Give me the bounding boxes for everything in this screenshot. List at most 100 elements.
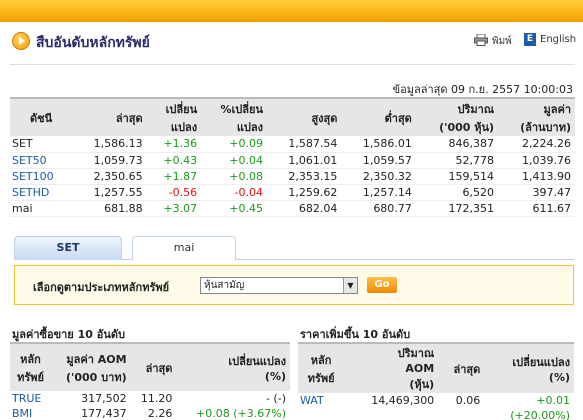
last-price: 11.20 — [140, 392, 173, 405]
index-change: +1.36 — [146, 136, 202, 153]
index-change: +0.43 — [146, 152, 202, 169]
index-row: SETHD 1,257.55 -0.56 -0.04 1,259.62 1,257.14 6… — [10, 184, 575, 201]
column-header: เปลี่ยน แปลง — [146, 97, 202, 136]
index-row: SET100 2,350.65 +1.87 +0.08 2,353.15 2,350.32… — [10, 168, 575, 185]
table-row: (+20.00%) — [298, 408, 574, 420]
index-low: 1,586.01 — [341, 136, 416, 153]
aom-value: 177,437 — [81, 407, 127, 420]
index-pct-change: +0.08 — [201, 168, 267, 185]
index-volume: 6,520 — [415, 184, 499, 201]
index-name[interactable]: SET50 — [10, 152, 73, 169]
print-link[interactable]: พิมพ์ — [492, 34, 512, 49]
index-change: -0.56 — [146, 184, 202, 201]
index-volume: 52,778 — [415, 152, 499, 169]
index-table: ดัชนี ล่าสุด เปลี่ยน แปลง %เปลี่ยน แปลง สูงสุด… — [10, 97, 575, 217]
column-header: หลัก ทรัพย์ — [298, 342, 345, 393]
tab-set[interactable]: SET — [14, 236, 122, 260]
column-header: มูลค่า (ล้านบาท) — [498, 97, 575, 136]
index-name: SET — [10, 136, 73, 153]
arrow-bullet-icon — [12, 32, 30, 50]
index-pct-change: +0.09 — [201, 136, 267, 153]
last-price: 2.26 — [147, 407, 173, 420]
column-header: ดัชนี — [10, 97, 73, 136]
top-value-table: หลัก ทรัพย์ มูลค่า AOM ('000 บาท) ล่าสุด เปลี… — [10, 342, 290, 420]
index-row: mai 681.88 +3.07 +0.45 682.04 680.77 172,351 61… — [10, 200, 575, 217]
index-low: 1,059.57 — [341, 152, 416, 169]
stock-symbol-link — [298, 408, 344, 420]
index-pct-change: +0.45 — [201, 200, 267, 217]
index-high: 682.04 — [267, 200, 342, 217]
column-header: เปลี่ยนแปลง (%) — [176, 342, 290, 391]
column-header: ล่าสุด — [72, 97, 147, 136]
index-volume: 846,387 — [415, 136, 499, 153]
selected-value: หุ้นสามัญ — [204, 280, 245, 291]
aom-value: 317,502 — [81, 392, 127, 405]
column-header: สูงสุด — [267, 97, 342, 136]
top-gainers-title: ราคาเพิ่มขึ้น 10 อันดับ — [300, 328, 411, 341]
index-pct-change: -0.04 — [201, 184, 267, 201]
index-last: 1,257.55 — [72, 184, 147, 201]
aom-volume: 14,469,300 — [371, 394, 435, 407]
table-row: WAT 14,469,300 0.06 +0.01 — [298, 393, 574, 408]
index-low: 1,257.14 — [341, 184, 416, 201]
column-header: มูลค่า AOM ('000 บาท) — [51, 342, 131, 391]
column-header: หลัก ทรัพย์ — [10, 342, 52, 391]
index-change: +3.07 — [146, 200, 202, 217]
column-header: ล่าสุด — [438, 342, 485, 393]
top-banner — [0, 0, 583, 22]
aom-volume — [344, 408, 438, 420]
column-header: เปลี่ยนแปลง (%) — [484, 342, 574, 393]
index-volume: 159,514 — [415, 168, 499, 185]
index-volume: 172,351 — [415, 200, 499, 217]
table-row: TRUE 317,502 11.20 - (-) — [10, 391, 290, 406]
index-change: +1.87 — [146, 168, 202, 185]
last-update-text: ข้อมูลล่าสุด 09 ก.ย. 2557 10:00:03 — [392, 83, 573, 96]
index-row: SET 1,586.13 +1.36 +0.09 1,587.54 1,586.01 846… — [10, 136, 575, 153]
index-value: 2,224.26 — [498, 136, 575, 153]
filter-label: เลือกดูตามประเภทหลักทรัพย์ — [33, 281, 170, 294]
index-name[interactable]: SETHD — [10, 184, 73, 201]
price-change: - (-) — [265, 392, 286, 405]
tab-mai[interactable]: mai — [132, 236, 236, 260]
index-value: 397.47 — [498, 184, 575, 201]
column-header: %เปลี่ยน แปลง — [201, 97, 267, 136]
column-header: ล่าสุด — [130, 342, 177, 391]
price-change: +0.08 (+3.67%) — [196, 407, 286, 420]
index-name[interactable]: SET100 — [10, 168, 73, 185]
index-low: 680.77 — [341, 200, 416, 217]
index-pct-change: +0.04 — [201, 152, 267, 169]
security-type-select[interactable]: หุ้นสามัญ ▼ — [200, 277, 358, 294]
index-last: 1,586.13 — [72, 136, 147, 153]
index-last: 2,350.65 — [72, 168, 147, 185]
index-last: 681.88 — [72, 200, 147, 217]
table-row: BMI 177,437 2.26 +0.08 (+3.67%) — [10, 406, 290, 420]
stock-symbol-link[interactable]: BMI — [10, 406, 51, 420]
column-header: ปริมาณ AOM (หุ้น) — [344, 342, 439, 393]
english-flag-icon[interactable]: E — [524, 33, 536, 46]
divider — [10, 64, 575, 65]
index-high: 2,353.15 — [267, 168, 342, 185]
top-value-title: มูลค่าซื้อขาย 10 อันดับ — [12, 328, 125, 341]
index-high: 1,259.62 — [267, 184, 342, 201]
index-value: 611.67 — [498, 200, 575, 217]
index-row: SET50 1,059.73 +0.43 +0.04 1,061.01 1,059.57 5… — [10, 152, 575, 169]
index-high: 1,587.54 — [267, 136, 342, 153]
column-header: ปริมาณ ('000 หุ้น) — [415, 97, 499, 136]
index-name: mai — [10, 200, 73, 217]
chevron-down-icon[interactable]: ▼ — [343, 278, 357, 293]
print-icon[interactable] — [474, 34, 488, 46]
index-high: 1,061.01 — [267, 152, 342, 169]
last-price — [438, 408, 484, 420]
price-change: +0.01 — [536, 394, 570, 407]
last-price: 0.06 — [455, 394, 481, 407]
page-title: สืบอันดับหลักทรัพย์ — [36, 35, 150, 51]
market-tabs: SET mai — [14, 236, 574, 260]
go-button[interactable]: Go — [367, 277, 397, 293]
english-link[interactable]: English — [540, 34, 576, 45]
column-header: ต่ำสุด — [341, 97, 416, 136]
filter-box: เลือกดูตามประเภทหลักทรัพย์ หุ้นสามัญ ▼ G… — [14, 265, 574, 305]
stock-symbol-link[interactable]: WAT — [298, 393, 344, 408]
index-low: 2,350.32 — [341, 168, 416, 185]
stock-symbol-link[interactable]: TRUE — [10, 391, 51, 406]
index-value: 1,413.90 — [498, 168, 575, 185]
